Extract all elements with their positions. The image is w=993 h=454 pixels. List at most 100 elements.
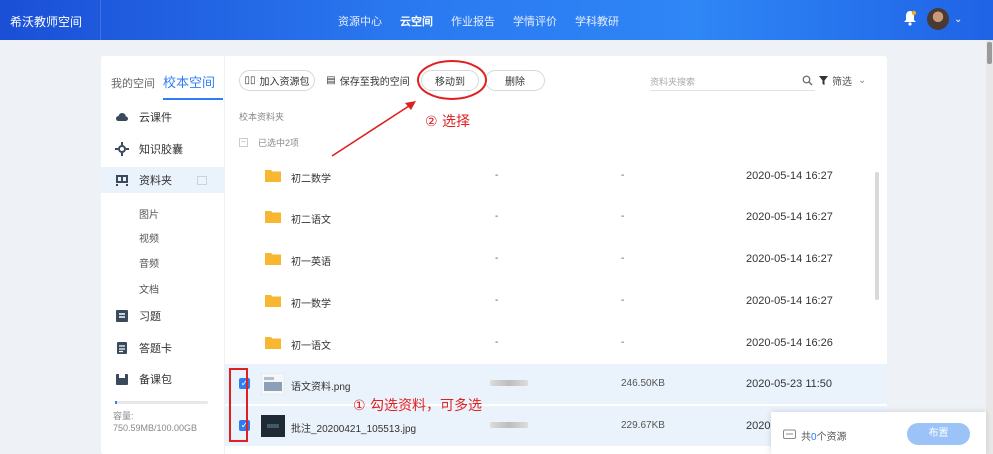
answer-card-icon	[117, 342, 127, 354]
row-col2: -	[495, 337, 499, 348]
sidebar-sub-images[interactable]: 图片	[139, 206, 159, 221]
add-to-pack-label: 加入资源包	[259, 77, 310, 88]
sidebar-item-knowledge-capsule[interactable]: 知识胶囊	[115, 139, 183, 159]
basket-icon	[783, 429, 796, 439]
annotation-step2: ② 选择	[425, 114, 471, 130]
table-row[interactable]: 初一数学 - - 2020-05-14 16:27	[225, 281, 887, 321]
capacity-value: 750.59MB/100.00GB	[113, 423, 198, 433]
filter-label: 筛选	[832, 77, 852, 88]
capacity-label: 容量:	[113, 411, 134, 421]
row-size: 229.67KB	[621, 420, 665, 431]
image-thumbnail	[261, 415, 285, 437]
folder-books-icon	[116, 175, 128, 186]
row-name[interactable]: 初一数学	[291, 295, 331, 310]
folder-icon	[265, 170, 281, 182]
sidebar-item-exercises[interactable]: 习题	[115, 306, 161, 326]
sidebar-item-answer-card[interactable]: 答题卡	[115, 338, 172, 358]
avatar[interactable]	[927, 8, 949, 30]
chevron-down-icon: ⌄	[858, 75, 867, 86]
tab-my-space[interactable]: 我的空间	[111, 75, 155, 91]
row-date: 2020-05-14 16:26	[746, 337, 833, 349]
nav-learning-evaluation[interactable]: 学情评价	[513, 13, 557, 29]
sidebar-sub-videos[interactable]: 视频	[139, 230, 159, 245]
nav-cloud-space[interactable]: 云空间	[400, 13, 433, 29]
exercise-icon	[116, 310, 128, 322]
row-size: 246.50KB	[621, 378, 665, 389]
folder-icon	[265, 295, 281, 307]
bell-icon[interactable]	[903, 10, 917, 26]
sidebar-item-label: 习题	[139, 311, 161, 323]
page-scrollbar-thumb[interactable]	[987, 42, 992, 64]
sidebar-item-lesson-pack[interactable]: 备课包	[115, 369, 172, 389]
row-name[interactable]: 初二语文	[291, 211, 331, 226]
capacity-bar-fill	[115, 401, 117, 404]
table-row[interactable]: 初二语文 - - 2020-05-14 16:27	[225, 197, 887, 237]
sidebar-item-label: 知识胶囊	[139, 144, 183, 156]
page-scrollbar[interactable]	[986, 40, 993, 454]
assign-button[interactable]: 布置	[907, 423, 970, 445]
capacity-bar	[115, 401, 208, 404]
sidebar-item-label: 答题卡	[139, 343, 172, 355]
redacted-value	[490, 380, 528, 386]
sidebar-item-label: 云课件	[139, 112, 172, 124]
row-date: 2020-05-14 16:27	[746, 170, 833, 182]
row-name[interactable]: 初一语文	[291, 337, 331, 352]
table-row[interactable]: 初二数学 - - 2020-05-14 16:27	[225, 156, 887, 196]
search-icon[interactable]	[802, 75, 813, 86]
resource-count: 共0个资源	[801, 428, 847, 443]
save-to-my-space-label: 保存至我的空间	[339, 77, 410, 88]
list-scrollbar[interactable]	[875, 172, 879, 300]
resource-count-suffix: 个资源	[816, 432, 847, 443]
book-icon: ▯▯	[244, 75, 256, 86]
row-col2: -	[495, 170, 499, 181]
move-to-button[interactable]: 移动到	[421, 70, 479, 91]
filter-dropdown[interactable]: 筛选 ⌄	[819, 73, 866, 88]
brand-title[interactable]: 希沃教师空间	[10, 13, 82, 30]
redacted-value	[490, 422, 528, 428]
row-checkbox[interactable]: ✓	[239, 420, 250, 431]
row-col2: -	[495, 253, 499, 264]
row-col3: -	[621, 295, 625, 306]
row-name[interactable]: 初二数学	[291, 170, 331, 185]
row-name[interactable]: 初一英语	[291, 253, 331, 268]
move-to-label: 移动到	[435, 77, 465, 88]
nav-homework-report[interactable]: 作业报告	[451, 13, 495, 29]
table-row[interactable]: ✓ 语文资料.png 246.50KB 2020-05-23 11:50	[225, 364, 887, 404]
row-name[interactable]: 语文资料.png	[291, 378, 350, 393]
active-tab-underline	[163, 98, 223, 100]
nav-resource-center[interactable]: 资源中心	[338, 13, 382, 29]
sidebar-tabs: 我的空间 校本空间	[111, 72, 223, 91]
selected-count-label: 已选中2项	[258, 138, 300, 148]
row-date: 2020-05-14 16:27	[746, 253, 833, 265]
save-to-my-space-button[interactable]: ▤ 保存至我的空间	[321, 70, 415, 91]
delete-button[interactable]: 删除	[485, 70, 545, 91]
folder-badge-icon	[197, 176, 207, 185]
search-input[interactable]: 资料夹搜索	[650, 73, 815, 91]
image-thumbnail	[261, 373, 285, 395]
sidebar: 我的空间 校本空间 云课件 知识胶囊 资料夹 图片 视频 音频 文档 习题 答题…	[101, 56, 225, 454]
sidebar-item-label: 备课包	[139, 374, 172, 386]
row-date: 2020	[746, 420, 771, 432]
sidebar-sub-audio[interactable]: 音频	[139, 255, 159, 270]
sidebar-sub-documents[interactable]: 文档	[139, 281, 159, 296]
breadcrumb[interactable]: 校本资料夹	[239, 110, 284, 123]
tab-school-space[interactable]: 校本空间	[163, 72, 215, 91]
row-name[interactable]: 批注_20200421_105513.jpg	[291, 420, 416, 435]
row-checkbox[interactable]: ✓	[239, 378, 250, 389]
folder-icon	[265, 253, 281, 265]
chevron-down-icon[interactable]: ⌄	[954, 14, 962, 25]
nav-subject-research[interactable]: 学科教研	[575, 13, 619, 29]
save-icon: ▤	[326, 75, 336, 86]
search-placeholder: 资料夹搜索	[650, 77, 696, 87]
add-to-pack-button[interactable]: ▯▯ 加入资源包	[239, 70, 315, 91]
table-row[interactable]: 初一语文 - - 2020-05-14 16:26	[225, 323, 887, 363]
brand-divider	[100, 0, 101, 40]
capsule-icon	[115, 142, 129, 156]
table-row[interactable]: 初一英语 - - 2020-05-14 16:27	[225, 239, 887, 279]
main-nav: 资源中心 云空间 作业报告 学情评价 学科教研	[338, 13, 637, 29]
select-all-checkbox[interactable]: –	[239, 138, 248, 147]
row-col2: -	[495, 211, 499, 222]
top-nav-bar: 希沃教师空间 资源中心 云空间 作业报告 学情评价 学科教研 ⌄	[0, 0, 993, 40]
sidebar-item-courseware[interactable]: 云课件	[115, 107, 172, 127]
selected-count: – 已选中2项	[239, 136, 299, 149]
